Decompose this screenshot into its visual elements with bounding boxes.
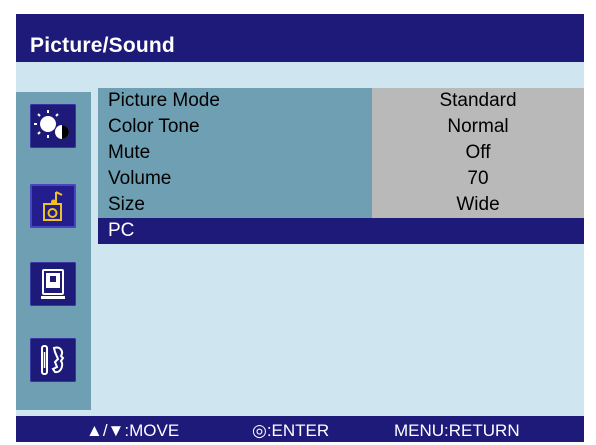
menu-row-volume[interactable]: Volume 70	[98, 166, 584, 192]
menu-row-size[interactable]: Size Wide	[98, 192, 584, 218]
category-sidebar	[16, 92, 91, 410]
sidebar-item-setup[interactable]	[30, 338, 76, 382]
row-value: Wide	[456, 194, 500, 215]
osd-menu-screen: Picture/Sound Picture Mode Standard Colo…	[16, 14, 584, 442]
enter-hint: ◎:ENTER	[252, 421, 330, 440]
settings-list: Picture Mode Standard Color Tone Normal …	[98, 88, 584, 250]
title-bar: Picture/Sound	[16, 14, 584, 62]
row-label: Picture Mode	[108, 90, 220, 111]
menu-title: Picture/Sound	[30, 34, 175, 57]
row-value: 70	[467, 168, 489, 189]
navigation-hint-bar: ▲/▼:MOVE ◎:ENTER MENU:RETURN	[16, 416, 584, 442]
row-value: Off	[465, 142, 491, 163]
menu-row-mute[interactable]: Mute Off	[98, 140, 584, 166]
menu-row-color-tone[interactable]: Color Tone Normal	[98, 114, 584, 140]
move-hint: ▲/▼:MOVE	[86, 421, 180, 440]
row-label: PC	[108, 220, 135, 241]
sound-music-icon	[43, 191, 63, 221]
row-value: Normal	[447, 116, 509, 137]
row-value: Standard	[439, 90, 517, 111]
row-label: Mute	[108, 142, 151, 163]
row-label: Color Tone	[108, 116, 200, 137]
display-screen-icon	[41, 269, 65, 299]
sidebar-item-display[interactable]	[30, 262, 76, 306]
row-label: Volume	[108, 168, 172, 189]
sidebar-item-picture[interactable]	[30, 104, 76, 148]
menu-row-pc[interactable]: PC	[98, 218, 584, 244]
menu-row-picture-mode[interactable]: Picture Mode Standard	[98, 88, 584, 114]
tools-setup-icon	[41, 345, 65, 375]
picture-brightness-icon	[34, 110, 69, 139]
sidebar-item-sound[interactable]	[30, 184, 76, 228]
return-hint: MENU:RETURN	[394, 421, 520, 440]
row-label: Size	[108, 194, 145, 215]
